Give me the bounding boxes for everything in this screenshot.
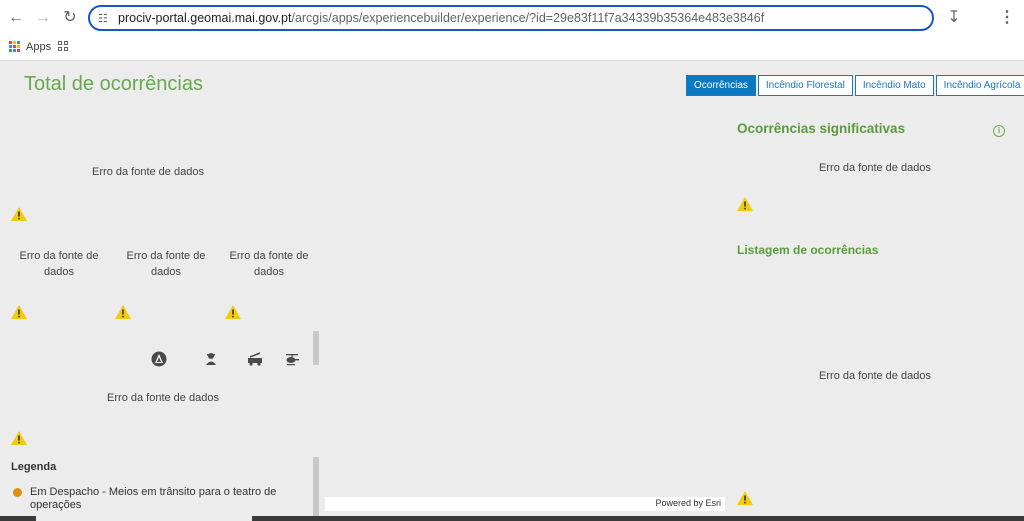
url-path: /arcgis/apps/experiencebuilder/experienc… xyxy=(291,11,765,25)
occurrences-list-title: Listagem de ocorrências xyxy=(737,243,879,257)
warning-icon xyxy=(115,305,131,319)
error-message: Erro da fonte de dados xyxy=(107,392,219,404)
forward-icon[interactable]: → xyxy=(33,8,53,28)
error-message: Erro da fonte de dados xyxy=(229,250,309,278)
taskbar-strip xyxy=(0,516,1024,521)
page-title: Total de ocorrências xyxy=(24,73,203,95)
error-message: Erro da fonte de dados xyxy=(92,166,204,178)
scrollbar[interactable] xyxy=(313,331,319,365)
esri-attribution: Powered by Esri xyxy=(325,497,725,511)
legend-dot xyxy=(13,488,22,497)
info-icon[interactable]: i xyxy=(993,125,1005,137)
helicopter-icon xyxy=(286,354,299,366)
url-text: prociv-portal.geomai.mai.gov.pt/arcgis/a… xyxy=(118,11,764,25)
legend-title: Legenda xyxy=(11,461,57,473)
browser-toolbar: ← → ↻ ☷ prociv-portal.geomai.mai.gov.pt/… xyxy=(0,0,1024,36)
dashboard: Total de ocorrências Ocorrências Incêndi… xyxy=(0,61,1024,517)
warning-icon xyxy=(737,197,753,211)
legend-item-label: Em Despacho - Meios em trânsito para o t… xyxy=(30,486,277,511)
apps-grid-icon[interactable] xyxy=(9,41,21,53)
error-message: Erro da fonte de dados xyxy=(126,250,206,278)
warning-icon xyxy=(11,207,27,221)
bookmark-apps[interactable]: Apps xyxy=(26,41,51,53)
tab-incendio-florestal[interactable]: Incêndio Florestal xyxy=(757,75,853,96)
back-icon[interactable]: ← xyxy=(6,8,26,28)
address-bar[interactable]: ☷ prociv-portal.geomai.mai.gov.pt/arcgis… xyxy=(88,5,934,31)
tab-incendio-agricola[interactable]: Incêndio Agrícola xyxy=(935,75,1024,96)
tab-incendio-mato[interactable]: Incêndio Mato xyxy=(854,75,934,96)
site-settings-icon[interactable]: ☷ xyxy=(98,12,108,25)
taskbar-segment xyxy=(36,516,252,521)
tab-ocorrencias[interactable]: Ocorrências xyxy=(686,75,756,96)
scrollbar[interactable] xyxy=(313,457,319,517)
fire-icon xyxy=(151,351,167,367)
significant-occurrences-title: Ocorrências significativas xyxy=(737,121,906,136)
menu-icon[interactable]: ⋮ xyxy=(997,8,1017,28)
tab-groups-icon[interactable] xyxy=(58,41,69,52)
bookmarks-bar: Apps xyxy=(0,36,1024,61)
powered-by-esri[interactable]: Powered by Esri xyxy=(655,498,721,508)
error-message: Erro da fonte de dados xyxy=(819,162,931,174)
fire-truck-icon xyxy=(248,352,262,366)
url-domain: prociv-portal.geomai.mai.gov.pt xyxy=(118,11,292,25)
error-message: Erro da fonte de dados xyxy=(19,250,99,278)
error-message: Erro da fonte de dados xyxy=(819,370,931,382)
reload-icon[interactable]: ↻ xyxy=(60,8,80,28)
warning-icon xyxy=(11,305,27,319)
firefighter-icon xyxy=(206,353,216,365)
filter-tabs: Ocorrências Incêndio Florestal Incêndio … xyxy=(686,75,1024,96)
warning-icon xyxy=(737,491,753,505)
download-icon[interactable]: ↧ xyxy=(944,8,964,28)
warning-icon xyxy=(225,305,241,319)
warning-icon xyxy=(11,431,27,445)
